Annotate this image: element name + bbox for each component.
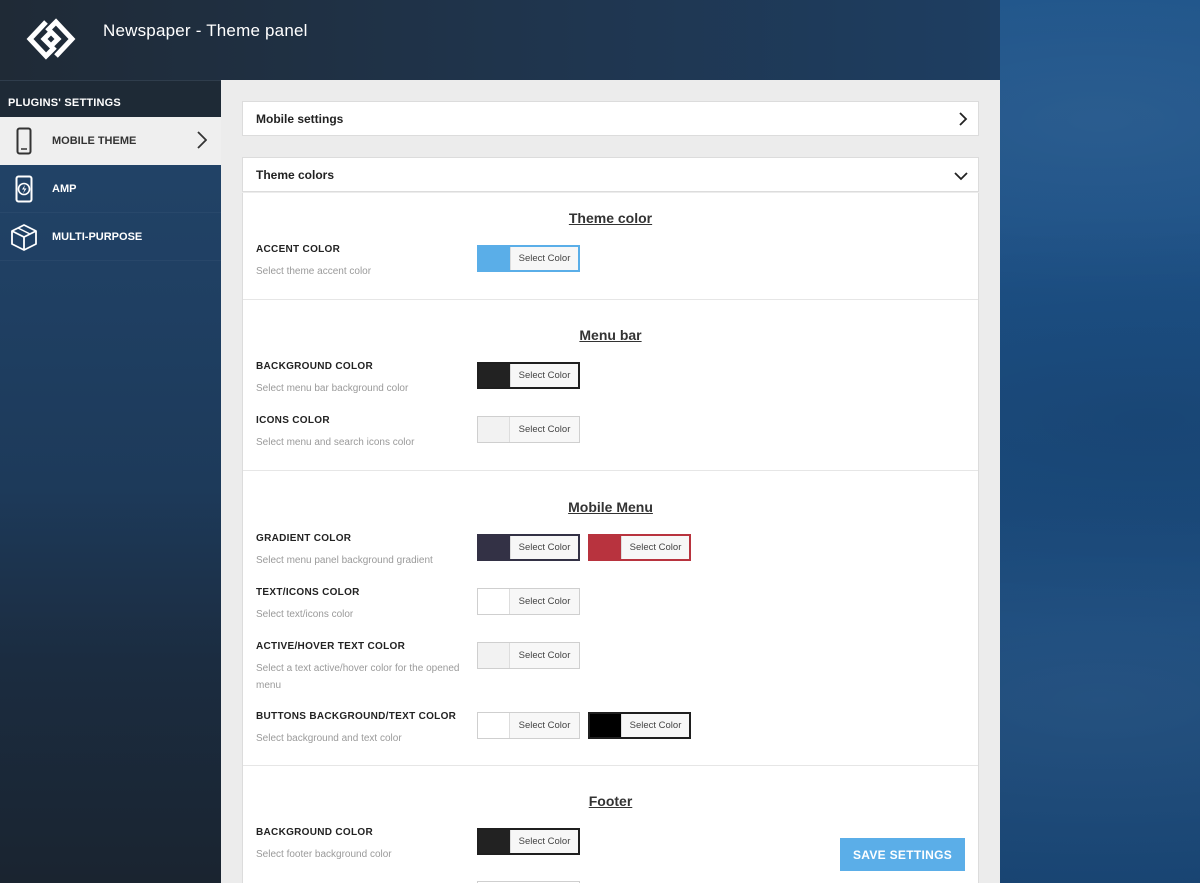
section-menu-bar: Menu bar BACKGROUND COLOR Select menu ba… xyxy=(243,300,978,471)
color-picker-active-hover-text[interactable]: Select Color xyxy=(477,642,580,669)
sidebar: PLUGINS' SETTINGS MOBILE THEME AMP MULTI… xyxy=(0,80,221,883)
sidebar-item-multi-purpose[interactable]: MULTI-PURPOSE xyxy=(0,213,221,261)
option-description: Select background and text color xyxy=(256,733,402,744)
header: Newspaper - Theme panel xyxy=(0,0,1000,80)
color-picker-accent[interactable]: Select Color xyxy=(477,245,580,272)
select-color-button[interactable]: Select Color xyxy=(509,643,579,668)
amp-lightning-icon xyxy=(9,174,39,204)
color-swatch xyxy=(478,589,509,614)
color-swatch xyxy=(478,713,509,738)
chevron-right-icon xyxy=(197,131,208,152)
accordion-label: Theme colors xyxy=(256,167,335,182)
option-label: TEXT/ICONS COLOR xyxy=(256,587,360,598)
select-color-button[interactable]: Select Color xyxy=(510,536,578,559)
select-color-button[interactable]: Select Color xyxy=(621,714,689,737)
color-picker-menubar-icons[interactable]: Select Color xyxy=(477,416,580,443)
color-swatch xyxy=(479,830,510,853)
select-color-button[interactable]: Select Color xyxy=(509,589,579,614)
mobile-phone-icon xyxy=(9,126,39,156)
accordion-mobile-settings[interactable]: Mobile settings xyxy=(242,101,979,136)
option-active-hover-text-color: ACTIVE/HOVER TEXT COLOR Select a text ac… xyxy=(256,641,466,694)
app-title: Newspaper - Theme panel xyxy=(103,21,308,40)
option-label: BUTTONS BACKGROUND/TEXT COLOR xyxy=(256,711,457,722)
option-menubar-icons-color: ICONS COLOR Select menu and search icons… xyxy=(256,415,466,451)
color-picker-text-icons[interactable]: Select Color xyxy=(477,588,580,615)
option-description: Select menu bar background color xyxy=(256,383,409,394)
section-mobile-menu: Mobile Menu GRADIENT COLOR Select menu p… xyxy=(243,471,978,766)
option-gradient-color: GRADIENT COLOR Select menu panel backgro… xyxy=(256,533,466,569)
color-picker-gradient-start[interactable]: Select Color xyxy=(477,534,580,561)
option-description: Select footer background color xyxy=(256,849,392,860)
sidebar-section-title: PLUGINS' SETTINGS xyxy=(0,80,221,117)
select-color-button[interactable]: Select Color xyxy=(509,417,579,442)
option-accent-color: ACCENT COLOR Select theme accent color xyxy=(256,244,466,280)
logo-icon xyxy=(22,16,80,62)
section-title: Footer xyxy=(588,793,633,809)
color-swatch xyxy=(590,714,621,737)
theme-colors-content: Theme color ACCENT COLOR Select theme ac… xyxy=(242,193,979,883)
section-theme-color: Theme color ACCENT COLOR Select theme ac… xyxy=(243,193,978,300)
select-color-button[interactable]: Select Color xyxy=(509,713,579,738)
section-title: Theme color xyxy=(568,210,653,226)
option-label: BACKGROUND COLOR xyxy=(256,361,374,372)
color-swatch xyxy=(590,536,621,559)
sidebar-item-label: MULTI-PURPOSE xyxy=(52,230,143,243)
option-footer-background-color: BACKGROUND COLOR Select footer backgroun… xyxy=(256,827,466,863)
select-color-button[interactable]: Select Color xyxy=(510,830,578,853)
main-panel: Mobile settings Theme colors Theme color… xyxy=(221,80,1000,883)
option-label: ACTIVE/HOVER TEXT COLOR xyxy=(256,641,406,652)
color-swatch xyxy=(479,247,510,270)
color-picker-footer-background[interactable]: Select Color xyxy=(477,828,580,855)
option-description: Select menu panel background gradient xyxy=(256,555,433,566)
color-picker-buttons-text[interactable]: Select Color xyxy=(588,712,691,739)
color-picker-menubar-background[interactable]: Select Color xyxy=(477,362,580,389)
accordion-theme-colors[interactable]: Theme colors xyxy=(242,157,979,192)
option-description: Select menu and search icons color xyxy=(256,437,415,448)
color-swatch xyxy=(479,364,510,387)
color-picker-buttons-background[interactable]: Select Color xyxy=(477,712,580,739)
sidebar-item-label: MOBILE THEME xyxy=(52,134,137,147)
option-menubar-background-color: BACKGROUND COLOR Select menu bar backgro… xyxy=(256,361,466,397)
option-text-icons-color: TEXT/ICONS COLOR Select text/icons color xyxy=(256,587,466,623)
color-swatch xyxy=(478,643,509,668)
sidebar-item-amp[interactable]: AMP xyxy=(0,165,221,213)
select-color-button[interactable]: Select Color xyxy=(621,536,689,559)
save-settings-button[interactable]: SAVE SETTINGS xyxy=(840,838,965,871)
chevron-right-icon xyxy=(958,112,968,129)
sidebar-item-mobile-theme[interactable]: MOBILE THEME xyxy=(0,117,221,165)
option-label: BACKGROUND COLOR xyxy=(256,827,374,838)
color-swatch xyxy=(479,536,510,559)
option-description: Select text/icons color xyxy=(256,609,354,620)
chevron-down-icon xyxy=(954,170,968,184)
select-color-button[interactable]: Select Color xyxy=(510,364,578,387)
color-swatch xyxy=(478,417,509,442)
select-color-button[interactable]: Select Color xyxy=(510,247,578,270)
section-title: Menu bar xyxy=(579,327,642,343)
option-label: ACCENT COLOR xyxy=(256,244,341,255)
option-label: ICONS COLOR xyxy=(256,415,330,426)
sidebar-item-label: AMP xyxy=(52,182,77,195)
section-title: Mobile Menu xyxy=(568,499,653,515)
option-buttons-bg-text-color: BUTTONS BACKGROUND/TEXT COLOR Select bac… xyxy=(256,711,466,747)
color-picker-gradient-end[interactable]: Select Color xyxy=(588,534,691,561)
accordion-label: Mobile settings xyxy=(256,111,344,126)
option-label: GRADIENT COLOR xyxy=(256,533,352,544)
option-description: Select theme accent color xyxy=(256,266,372,277)
box-icon xyxy=(9,222,39,252)
option-description: Select a text active/hover color for the… xyxy=(256,663,460,691)
